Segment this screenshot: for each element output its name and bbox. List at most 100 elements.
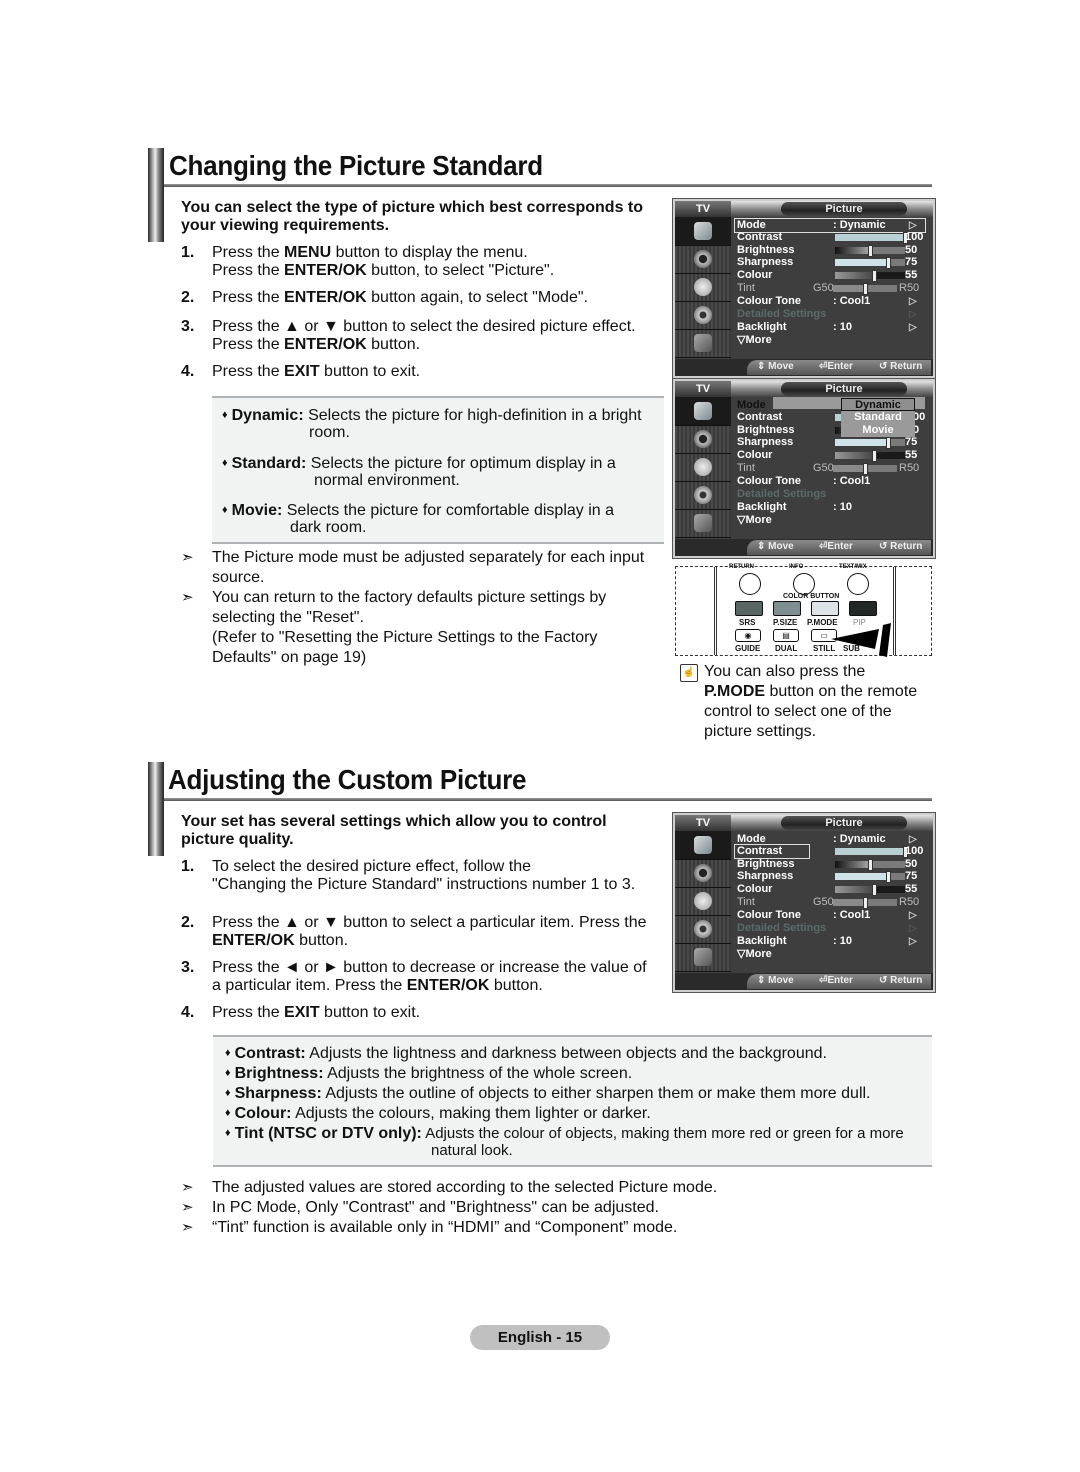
slider-knob[interactable] xyxy=(863,897,868,909)
remote-label: P.SIZE xyxy=(773,618,798,627)
bullet-icon: ♦ xyxy=(222,409,228,421)
dropdown-option-movie[interactable]: Movie xyxy=(841,424,915,437)
return-button[interactable] xyxy=(739,573,761,595)
input-category-icon[interactable] xyxy=(675,943,731,972)
contrast-slider[interactable] xyxy=(835,232,908,244)
slider-fill xyxy=(835,848,905,855)
slider-knob[interactable] xyxy=(871,450,877,462)
osd-row-sharpness[interactable]: Sharpness 75 xyxy=(733,256,929,269)
contrast-slider[interactable] xyxy=(835,846,908,858)
osd-row-backlight[interactable]: Backlight: 10 xyxy=(733,501,929,514)
osd-row-colour[interactable]: Colour 55 xyxy=(733,883,929,896)
osd-row-sharpness[interactable]: Sharpness 75 xyxy=(733,870,929,883)
row-value: : Cool1 xyxy=(833,909,871,921)
item-sharpness: ♦ Sharpness: Adjusts the outline of objec… xyxy=(225,1084,871,1103)
srs-color-button[interactable] xyxy=(735,601,763,616)
sharpness-slider[interactable] xyxy=(835,257,905,269)
brightness-slider[interactable] xyxy=(835,245,905,257)
input-category-icon[interactable] xyxy=(675,509,731,538)
note-line: source. xyxy=(212,569,265,586)
remote-label: INFO xyxy=(789,564,804,570)
remote-label: RETURN xyxy=(729,564,754,570)
osd-row-colour-tone[interactable]: Colour Tone: Cool1 ▷ xyxy=(733,295,929,308)
osd-row-tint[interactable]: Tint G50 R50 xyxy=(733,462,929,475)
osd-row-sharpness[interactable]: Sharpness 75 xyxy=(733,436,929,449)
item-text: Adjusts the colour of objects, making th… xyxy=(421,1125,904,1142)
osd-category-sidebar xyxy=(675,397,731,539)
osd-row-colour[interactable]: Colour 55 xyxy=(733,449,929,462)
tint-red-label: R50 xyxy=(899,462,920,474)
tint-slider[interactable] xyxy=(833,897,897,909)
info-button[interactable] xyxy=(793,573,815,595)
psize-color-button[interactable] xyxy=(773,601,801,616)
guide-button[interactable]: ◉ xyxy=(735,629,761,642)
osd-row-contrast[interactable]: Contrast 100 xyxy=(733,231,929,244)
slider-knob[interactable] xyxy=(863,283,868,295)
colour-slider[interactable] xyxy=(835,884,905,896)
step-text: Press the ◄ or ► button to decrease or i… xyxy=(212,959,647,995)
slider-knob[interactable] xyxy=(871,270,877,282)
osd-row-more[interactable]: ▽More xyxy=(733,948,929,961)
osd-row-detailed-settings[interactable]: Detailed Settings xyxy=(733,488,929,501)
setup-category-icon[interactable] xyxy=(675,915,731,944)
picture-category-icon[interactable] xyxy=(675,217,731,246)
slider-knob[interactable] xyxy=(885,437,891,449)
osd-row-detailed-settings[interactable]: Detailed Settings ▷ xyxy=(733,308,929,321)
slider-knob[interactable] xyxy=(863,463,868,475)
pip-color-button[interactable] xyxy=(849,601,877,616)
osd-row-more[interactable]: ▽More xyxy=(733,514,929,527)
sound-category-icon[interactable] xyxy=(675,425,731,454)
osd-row-backlight[interactable]: Backlight: 10 ▷ xyxy=(733,935,929,948)
brightness-slider[interactable] xyxy=(835,859,905,871)
channel-category-icon[interactable] xyxy=(675,887,731,916)
mode-name: Movie: xyxy=(231,502,283,519)
osd-row-backlight[interactable]: Backlight: 10 ▷ xyxy=(733,321,929,334)
sharpness-slider[interactable] xyxy=(835,871,905,883)
tint-red-label: R50 xyxy=(899,282,920,294)
item-name: Contrast: xyxy=(234,1045,306,1062)
setup-category-icon[interactable] xyxy=(675,481,731,510)
osd-row-colour[interactable]: Colour 55 xyxy=(733,269,929,282)
sound-category-icon[interactable] xyxy=(675,859,731,888)
colour-slider[interactable] xyxy=(835,450,905,462)
pmode-color-button[interactable] xyxy=(811,601,839,616)
osd-row-colour-tone[interactable]: Colour Tone: Cool1 ▷ xyxy=(733,909,929,922)
tint-slider[interactable] xyxy=(833,463,897,475)
dropdown-option-dynamic[interactable]: Dynamic xyxy=(841,398,915,411)
channel-category-icon[interactable] xyxy=(675,273,731,302)
osd-row-contrast[interactable]: Contrast 100 xyxy=(733,845,929,858)
dual-button[interactable]: ▤ xyxy=(773,629,799,642)
row-value: 75 xyxy=(905,870,918,882)
note-arrow-icon: ➣ xyxy=(181,1179,194,1196)
row-label: Colour Tone xyxy=(737,909,801,921)
tv-osd-picture-menu-dropdown: TV Picture Mode: Contrast00 Brightness0 … xyxy=(673,379,935,558)
osd-row-tint[interactable]: Tint G50 R50 xyxy=(733,282,929,295)
slider-knob[interactable] xyxy=(885,257,891,269)
slider-fill xyxy=(835,234,905,241)
channel-category-icon[interactable] xyxy=(675,453,731,482)
picture-category-icon[interactable] xyxy=(675,831,731,860)
dropdown-option-standard[interactable]: Standard xyxy=(841,411,915,424)
step-text: Press the ▲ or ▼ button to select the de… xyxy=(212,318,636,354)
text: "Changing the Picture Standard" instruct… xyxy=(212,876,636,893)
tip-line: P.MODE button on the remote xyxy=(704,682,934,702)
picture-category-icon[interactable] xyxy=(675,397,731,426)
input-category-icon[interactable] xyxy=(675,329,731,358)
osd-row-more[interactable]: ▽More xyxy=(733,334,929,347)
row-label: Tint xyxy=(737,896,755,908)
setup-category-icon[interactable] xyxy=(675,301,731,330)
slider-knob[interactable] xyxy=(885,871,891,883)
tint-slider[interactable] xyxy=(833,283,897,295)
text-mix-button[interactable] xyxy=(847,573,869,595)
row-label: Tint xyxy=(737,282,755,294)
osd-row-colour-tone[interactable]: Colour Tone: Cool1 xyxy=(733,475,929,488)
colour-slider[interactable] xyxy=(835,270,905,282)
sharpness-slider[interactable] xyxy=(835,437,905,449)
footer-move-hint: ⇕ Move xyxy=(757,975,794,986)
tv-osd-picture-menu-mode: TV Picture Mode: Dynamic ▷ Contrast 100 Br… xyxy=(673,199,935,378)
osd-row-detailed-settings[interactable]: Detailed Settings ▷ xyxy=(733,922,929,935)
slider-knob[interactable] xyxy=(871,884,877,896)
sound-category-icon[interactable] xyxy=(675,245,731,274)
osd-row-tint[interactable]: Tint G50 R50 xyxy=(733,896,929,909)
step-text: Press the EXIT button to exit. xyxy=(212,1004,420,1022)
